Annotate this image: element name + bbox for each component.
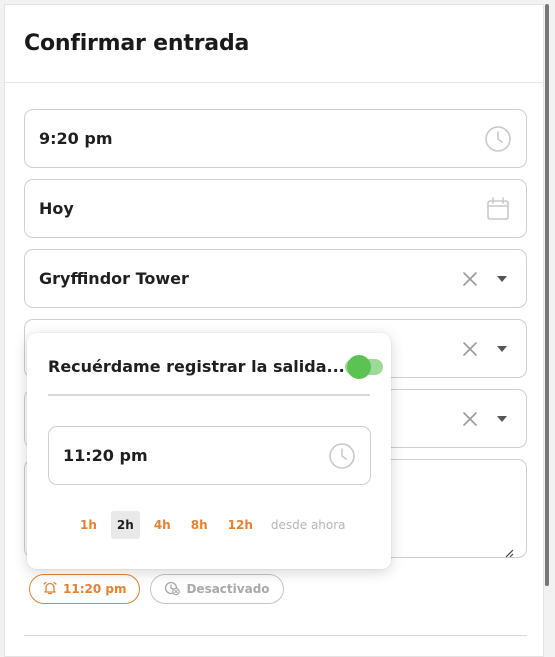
footer-divider xyxy=(24,635,527,636)
quick-options-suffix: desde ahora xyxy=(270,518,346,532)
date-field[interactable]: Hoy xyxy=(24,179,527,238)
clock-icon[interactable] xyxy=(328,442,356,470)
reminder-chip[interactable]: 11:20 pm xyxy=(29,574,141,604)
reminder-divider xyxy=(48,394,370,396)
reminder-time-value: 11:20 pm xyxy=(63,446,148,465)
location-value: Gryffindor Tower xyxy=(39,269,189,288)
clear-icon[interactable] xyxy=(460,409,480,429)
quick-option-1h[interactable]: 1h xyxy=(74,511,103,539)
quick-option-2h[interactable]: 2h xyxy=(110,511,140,539)
reminder-toggle[interactable] xyxy=(344,355,383,379)
status-chip[interactable]: Desactivado xyxy=(150,574,284,604)
caret-down-icon[interactable] xyxy=(492,409,512,429)
scrollbar[interactable] xyxy=(545,4,549,586)
quick-options: 1h 2h 4h 8h 12h desde ahora xyxy=(74,511,346,539)
quick-option-8h[interactable]: 8h xyxy=(185,511,214,539)
toggle-knob xyxy=(347,355,371,379)
reminder-title: Recuérdame registrar la salida... xyxy=(48,356,345,376)
resize-grip-icon[interactable] xyxy=(504,543,514,558)
reminder-time-field[interactable]: 11:20 pm xyxy=(48,426,371,485)
reminder-chip-label: 11:20 pm xyxy=(63,582,127,596)
timer-off-icon xyxy=(164,580,181,599)
reminder-header: Recuérdame registrar la salida... xyxy=(48,355,383,379)
date-value: Hoy xyxy=(39,199,74,218)
status-chips: 11:20 pm Desactivado xyxy=(29,574,284,604)
time-value: 9:20 pm xyxy=(39,129,113,148)
time-field[interactable]: 9:20 pm xyxy=(24,109,527,168)
clock-icon[interactable] xyxy=(484,125,512,153)
status-chip-label: Desactivado xyxy=(186,582,270,596)
calendar-icon[interactable] xyxy=(484,195,512,223)
quick-option-12h[interactable]: 12h xyxy=(222,511,259,539)
caret-down-icon[interactable] xyxy=(492,269,512,289)
dialog-title: Confirmar entrada xyxy=(24,31,250,56)
reminder-popover: Recuérdame registrar la salida... 11:20 … xyxy=(27,333,391,569)
dialog-header: Confirmar entrada xyxy=(5,5,543,83)
clear-icon[interactable] xyxy=(460,269,480,289)
clear-icon[interactable] xyxy=(460,339,480,359)
caret-down-icon[interactable] xyxy=(492,339,512,359)
quick-option-4h[interactable]: 4h xyxy=(148,511,177,539)
bell-icon xyxy=(43,581,57,598)
location-select[interactable]: Gryffindor Tower xyxy=(24,249,527,308)
